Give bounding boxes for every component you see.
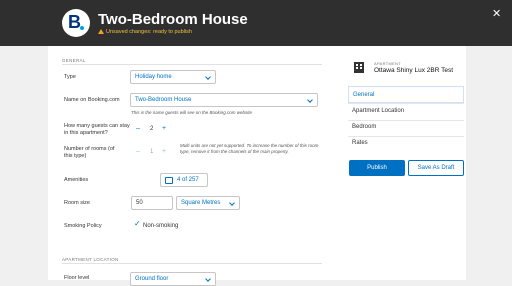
increment-button: +: [162, 148, 167, 155]
close-icon[interactable]: ✕: [492, 7, 501, 20]
type-label: Type: [64, 74, 76, 80]
type-select[interactable]: Holiday home: [130, 70, 216, 84]
chevron-down-icon: [205, 74, 211, 80]
apartment-name: Ottawa Shiny Lux 2BR Test: [374, 67, 454, 74]
units-label: Number of rooms (of this type): [64, 146, 115, 159]
page-title: Two-Bedroom House: [98, 11, 248, 28]
units-hint: Multi units are not yet supported. To in…: [180, 143, 319, 154]
divider: [62, 64, 322, 65]
nav-item-apartment-location[interactable]: Apartment Location: [348, 103, 464, 120]
publish-button[interactable]: Publish: [349, 160, 405, 176]
divider: [62, 263, 322, 264]
building-icon: [354, 62, 364, 73]
decrement-button: –: [136, 148, 140, 155]
save-draft-button[interactable]: Save As Draft: [408, 160, 464, 176]
name-input[interactable]: Two-Bedroom House: [130, 93, 318, 107]
booking-logo-icon: B: [62, 9, 90, 37]
room-size-input[interactable]: 50: [131, 196, 173, 210]
name-hint: This is the name guests will see on the …: [131, 110, 253, 115]
nav-item-rates[interactable]: Rates: [348, 135, 464, 152]
name-label: Name on Booking.com: [64, 97, 120, 103]
increment-button[interactable]: +: [162, 125, 166, 132]
amenities-icon: [165, 177, 173, 184]
amenities-label: Amenities: [64, 177, 89, 183]
modal-header: B Two-Bedroom House Unsaved changes: rea…: [0, 0, 512, 46]
floor-select[interactable]: Ground floor: [130, 272, 216, 286]
room-size-label: Room size: [64, 200, 90, 206]
nav-item-general[interactable]: General: [348, 86, 464, 103]
section-apartment-location: APARTMENT LOCATION: [62, 257, 119, 262]
chevron-down-icon: [205, 276, 211, 282]
checkmark-icon[interactable]: ✓: [134, 219, 141, 228]
section-general: GENERAL: [62, 58, 86, 63]
smoking-value: Non-smoking: [143, 223, 179, 229]
decrement-button[interactable]: –: [136, 125, 140, 132]
room-size-unit-select[interactable]: Square Metres: [176, 196, 240, 210]
apartment-kicker: APARTMENT: [374, 61, 401, 66]
smoking-label: Smoking Policy: [64, 223, 102, 229]
units-stepper: – 1 +: [136, 148, 167, 155]
guests-stepper[interactable]: – 2 +: [134, 123, 174, 137]
nav-item-bedroom[interactable]: Bedroom: [348, 119, 464, 136]
amenities-button[interactable]: 4 of 257: [160, 173, 208, 187]
chevron-down-icon: [307, 97, 313, 103]
guests-label: How many guests can stay in this apartme…: [64, 123, 130, 136]
unsaved-status: Unsaved changes: ready to publish: [98, 29, 192, 35]
floor-label: Floor level: [64, 275, 90, 281]
chevron-down-icon: [229, 200, 235, 206]
warning-icon: [98, 29, 104, 34]
